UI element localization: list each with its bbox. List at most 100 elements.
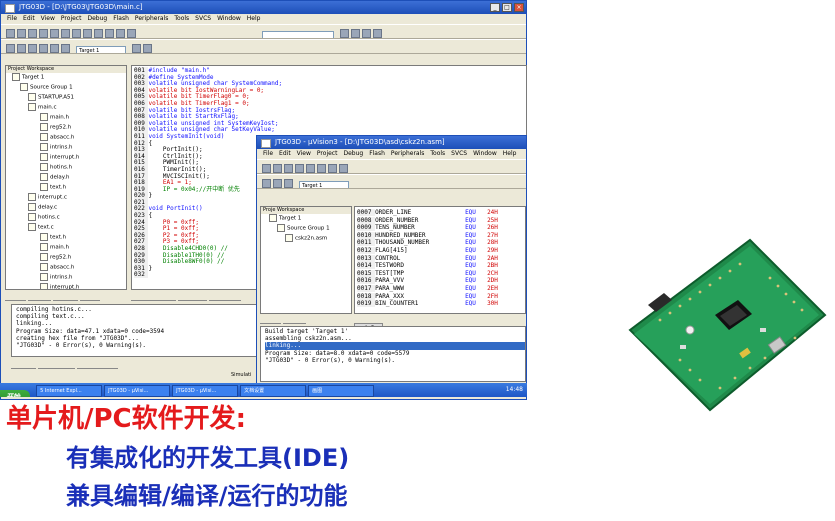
- tree-item[interactable]: hotins.c: [12, 213, 126, 223]
- tree-item[interactable]: interrupt.c: [12, 193, 126, 203]
- menu-item-help[interactable]: Help: [247, 15, 261, 22]
- indent-icon[interactable]: [116, 29, 125, 38]
- tree-item[interactable]: absacc.h: [12, 133, 126, 143]
- paste-icon[interactable]: [72, 29, 81, 38]
- menu-item-edit[interactable]: Edit: [23, 15, 35, 22]
- menu-item-debug[interactable]: Debug: [343, 150, 363, 157]
- undo-icon[interactable]: [328, 164, 337, 173]
- window-icon[interactable]: [362, 29, 372, 38]
- workspace-tab[interactable]: {}F...: [52, 300, 79, 301]
- copy-icon[interactable]: [306, 164, 315, 173]
- download-icon[interactable]: [61, 44, 70, 53]
- taskbar-item[interactable]: 文档设置: [240, 385, 307, 397]
- editor-tab[interactable]: main.c: [177, 300, 207, 301]
- minimize-button[interactable]: _: [490, 3, 500, 12]
- workspace-tab[interactable]: 0...: [80, 300, 100, 301]
- new-file-icon[interactable]: [6, 29, 15, 38]
- menu-item-file[interactable]: File: [7, 15, 17, 22]
- tree-item[interactable]: text.c: [12, 223, 126, 233]
- workspace-tab[interactable]: Fi...: [260, 323, 281, 324]
- stop-build-icon[interactable]: [50, 44, 59, 53]
- menu-item-view[interactable]: View: [297, 150, 311, 157]
- bookmark-icon[interactable]: [105, 29, 114, 38]
- save-icon[interactable]: [28, 29, 37, 38]
- tree-item[interactable]: delay.c: [12, 203, 126, 213]
- menu-item-window[interactable]: Window: [473, 150, 497, 157]
- cut-icon[interactable]: [50, 29, 59, 38]
- file-extensions-icon[interactable]: [143, 44, 153, 53]
- rebuild-icon[interactable]: [284, 179, 293, 188]
- tree-item[interactable]: reg52.h: [12, 253, 126, 263]
- paste-icon[interactable]: [317, 164, 326, 173]
- build-icon[interactable]: [273, 179, 282, 188]
- copy-icon[interactable]: [61, 29, 70, 38]
- open-file-icon[interactable]: [17, 29, 26, 38]
- maximize-button[interactable]: □: [502, 3, 512, 12]
- editor-tab[interactable]: interrup: [208, 300, 241, 301]
- tree-item[interactable]: Source Group 1: [269, 224, 351, 234]
- menu-item-peripherals[interactable]: Peripherals: [135, 15, 168, 22]
- menu-item-project[interactable]: Project: [61, 15, 82, 22]
- workspace-tab[interactable]: Bo...: [27, 300, 51, 301]
- tree-item[interactable]: text.h: [12, 183, 126, 193]
- find-combo[interactable]: [262, 30, 335, 38]
- config-icon[interactable]: [373, 29, 383, 38]
- tree-item[interactable]: cskz2n.asm: [269, 234, 351, 244]
- tree-item[interactable]: Source Group 1: [12, 83, 126, 93]
- new-file-icon[interactable]: [262, 164, 271, 173]
- menu-item-help[interactable]: Help: [503, 150, 517, 157]
- menu-item-debug[interactable]: Debug: [87, 15, 107, 22]
- tree-item[interactable]: hotins.h: [12, 163, 126, 173]
- build-icon[interactable]: [17, 44, 26, 53]
- start-button[interactable]: 开始: [0, 390, 30, 397]
- menu-item-tools[interactable]: Tools: [174, 15, 189, 22]
- tree-item[interactable]: interrupt.h: [12, 153, 126, 163]
- open-file-icon[interactable]: [273, 164, 282, 173]
- save-icon[interactable]: [284, 164, 293, 173]
- tree-item[interactable]: text.h: [12, 233, 126, 243]
- tree-item[interactable]: main.h: [12, 113, 126, 123]
- menu-item-file[interactable]: File: [263, 150, 273, 157]
- menu-item-svcs[interactable]: SVCS: [195, 15, 211, 22]
- workspace-tab[interactable]: Re...: [282, 323, 306, 324]
- editor-tab[interactable]: STARTUP.A51: [131, 300, 176, 301]
- menu-item-svcs[interactable]: SVCS: [451, 150, 467, 157]
- menu-item-flash[interactable]: Flash: [369, 150, 385, 157]
- target-select[interactable]: Target 1: [76, 45, 127, 53]
- asm-lines[interactable]: 0007 ORDER_LINE EQU 24H 0008 ORDER_NUMBER EQ…: [355, 207, 525, 308]
- target-select[interactable]: Target 1: [299, 180, 350, 188]
- compile-icon[interactable]: [6, 44, 15, 53]
- tree-item[interactable]: intrins.h: [12, 273, 126, 283]
- workspace-tab[interactable]: Fi...: [5, 300, 26, 301]
- taskbar-item[interactable]: JTG03D - μVisi...: [104, 385, 171, 397]
- taskbar-item[interactable]: 5 Internet Expl...: [36, 385, 103, 397]
- tree-item[interactable]: main.c: [12, 103, 126, 113]
- output-tab[interactable]: Build: [11, 368, 36, 369]
- menu-item-edit[interactable]: Edit: [279, 150, 291, 157]
- cut-icon[interactable]: [295, 164, 304, 173]
- tree-item[interactable]: Target 1: [269, 214, 351, 224]
- tree-item[interactable]: delay.h: [12, 173, 126, 183]
- tree-item[interactable]: intrins.h: [12, 143, 126, 153]
- taskbar-item[interactable]: 画图: [308, 385, 375, 397]
- target-options-icon[interactable]: [132, 44, 142, 53]
- tree-item[interactable]: Target 1: [12, 73, 126, 83]
- compile-icon[interactable]: [262, 179, 271, 188]
- undo-icon[interactable]: [83, 29, 92, 38]
- tree-item[interactable]: absacc.h: [12, 263, 126, 273]
- tree-item[interactable]: main.h: [12, 243, 126, 253]
- menu-item-tools[interactable]: Tools: [430, 150, 445, 157]
- batch-build-icon[interactable]: [39, 44, 48, 53]
- close-button[interactable]: ×: [514, 3, 524, 12]
- tree-item[interactable]: reg52.h: [12, 123, 126, 133]
- taskbar-item[interactable]: JTG03D - μVisi...: [172, 385, 239, 397]
- menu-item-project[interactable]: Project: [317, 150, 338, 157]
- output-tab[interactable]: Command: [37, 368, 76, 369]
- redo-icon[interactable]: [339, 164, 348, 173]
- menu-item-window[interactable]: Window: [217, 15, 241, 22]
- save-all-icon[interactable]: [39, 29, 48, 38]
- tree-item[interactable]: STARTUP.A51: [12, 93, 126, 103]
- unindent-icon[interactable]: [127, 29, 136, 38]
- menu-item-flash[interactable]: Flash: [113, 15, 129, 22]
- output-tab[interactable]: Find in Files: [77, 368, 119, 369]
